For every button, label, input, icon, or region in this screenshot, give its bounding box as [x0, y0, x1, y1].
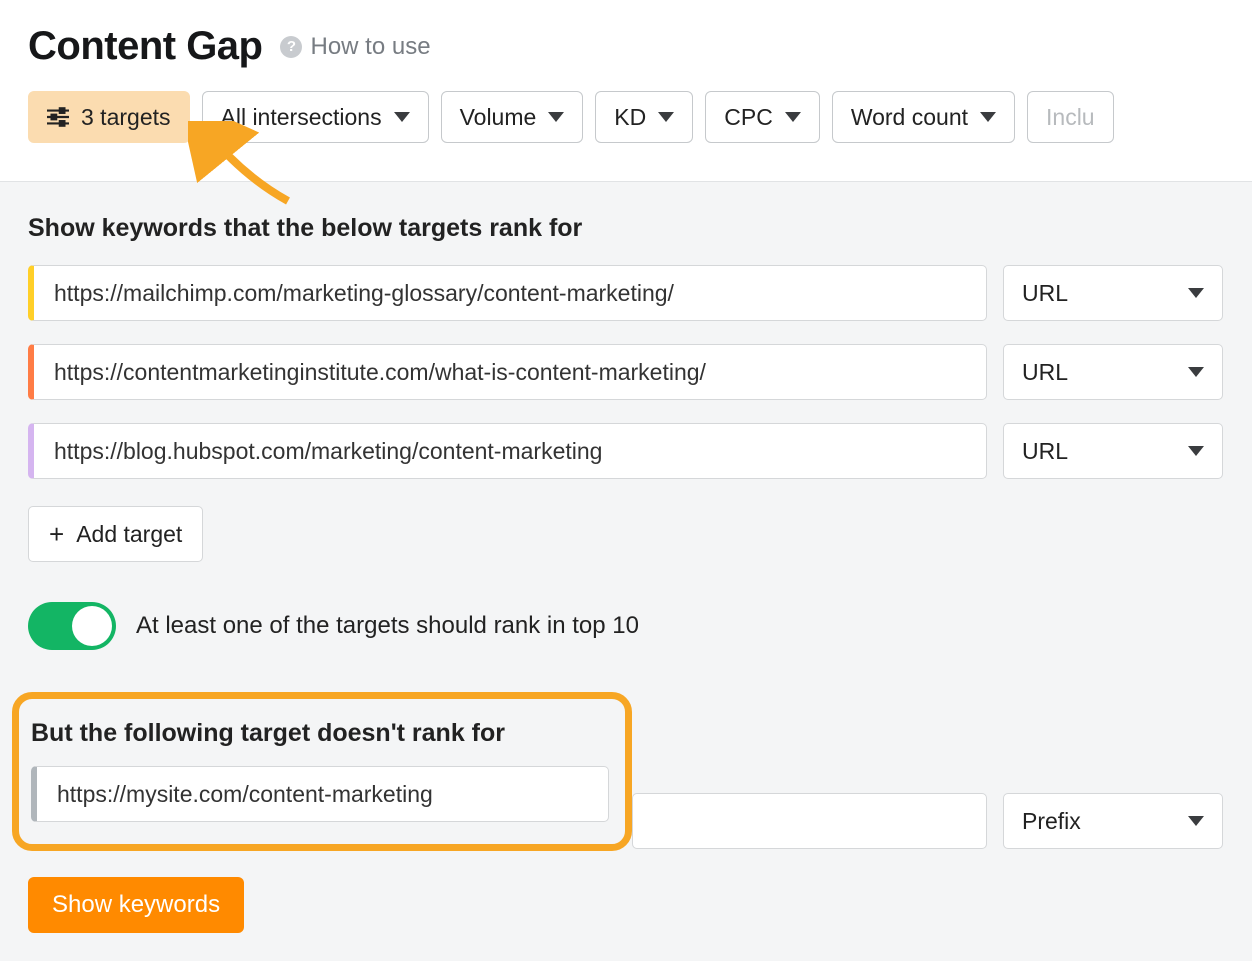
volume-filter-label: Volume: [460, 104, 537, 131]
intersections-filter-label: All intersections: [221, 104, 382, 131]
chevron-down-icon: [785, 112, 801, 122]
targets-filter[interactable]: 3 targets: [28, 91, 190, 143]
show-keywords-button[interactable]: Show keywords: [28, 877, 244, 933]
kd-filter-label: KD: [614, 104, 646, 131]
target-mode-select-3[interactable]: URL: [1003, 423, 1223, 479]
target-url-value: https://contentmarketinginstitute.com/wh…: [54, 359, 706, 386]
page-title: Content Gap: [28, 24, 262, 69]
target-mode-value: URL: [1022, 359, 1068, 386]
add-target-label: Add target: [76, 521, 182, 548]
chevron-down-icon: [1188, 816, 1204, 826]
chevron-down-icon: [1188, 367, 1204, 377]
help-icon: ?: [280, 36, 302, 58]
kd-filter[interactable]: KD: [595, 91, 693, 143]
target-row: https://contentmarketinginstitute.com/wh…: [28, 344, 1223, 400]
chevron-down-icon: [1188, 446, 1204, 456]
chevron-down-icon: [980, 112, 996, 122]
sliders-icon: [47, 107, 69, 127]
section-targets-heading: Show keywords that the below targets ran…: [28, 214, 1224, 243]
top10-toggle[interactable]: [28, 602, 116, 650]
own-target-mode-value: Prefix: [1022, 808, 1081, 835]
cpc-filter-label: CPC: [724, 104, 773, 131]
target-mode-select-1[interactable]: URL: [1003, 265, 1223, 321]
target-url-value: https://blog.hubspot.com/marketing/conte…: [54, 438, 602, 465]
own-target-url-continuation[interactable]: [632, 793, 987, 849]
own-target-mode-select[interactable]: Prefix: [1003, 793, 1223, 849]
plus-icon: +: [49, 521, 64, 547]
own-target-url-value: https://mysite.com/content-marketing: [57, 781, 433, 808]
target-mode-select-2[interactable]: URL: [1003, 344, 1223, 400]
target-url-value: https://mailchimp.com/marketing-glossary…: [54, 280, 674, 307]
target-mode-value: URL: [1022, 280, 1068, 307]
cpc-filter[interactable]: CPC: [705, 91, 820, 143]
chevron-down-icon: [394, 112, 410, 122]
volume-filter[interactable]: Volume: [441, 91, 584, 143]
help-label: How to use: [310, 33, 430, 61]
target-url-input-3[interactable]: https://blog.hubspot.com/marketing/conte…: [28, 423, 987, 479]
add-target-button[interactable]: + Add target: [28, 506, 203, 562]
target-mode-value: URL: [1022, 438, 1068, 465]
target-url-input-1[interactable]: https://mailchimp.com/marketing-glossary…: [28, 265, 987, 321]
filter-bar: 3 targets All intersections Volume KD CP…: [28, 91, 1224, 143]
target-row: https://blog.hubspot.com/marketing/conte…: [28, 423, 1223, 479]
wordcount-filter-label: Word count: [851, 104, 968, 131]
own-target-highlight: But the following target doesn't rank fo…: [12, 692, 632, 851]
chevron-down-icon: [658, 112, 674, 122]
include-filter-label: Inclu: [1046, 104, 1095, 131]
show-keywords-label: Show keywords: [52, 891, 220, 918]
chevron-down-icon: [1188, 288, 1204, 298]
targets-filter-label: 3 targets: [81, 104, 171, 131]
section-own-target-heading: But the following target doesn't rank fo…: [31, 719, 609, 748]
wordcount-filter[interactable]: Word count: [832, 91, 1015, 143]
own-target-url-input[interactable]: https://mysite.com/content-marketing: [31, 766, 609, 822]
toggle-knob: [72, 606, 112, 646]
intersections-filter[interactable]: All intersections: [202, 91, 429, 143]
how-to-use-link[interactable]: ? How to use: [280, 33, 430, 61]
include-filter[interactable]: Inclu: [1027, 91, 1114, 143]
target-url-input-2[interactable]: https://contentmarketinginstitute.com/wh…: [28, 344, 987, 400]
top10-toggle-label: At least one of the targets should rank …: [136, 612, 639, 640]
target-row: https://mailchimp.com/marketing-glossary…: [28, 265, 1223, 321]
chevron-down-icon: [548, 112, 564, 122]
